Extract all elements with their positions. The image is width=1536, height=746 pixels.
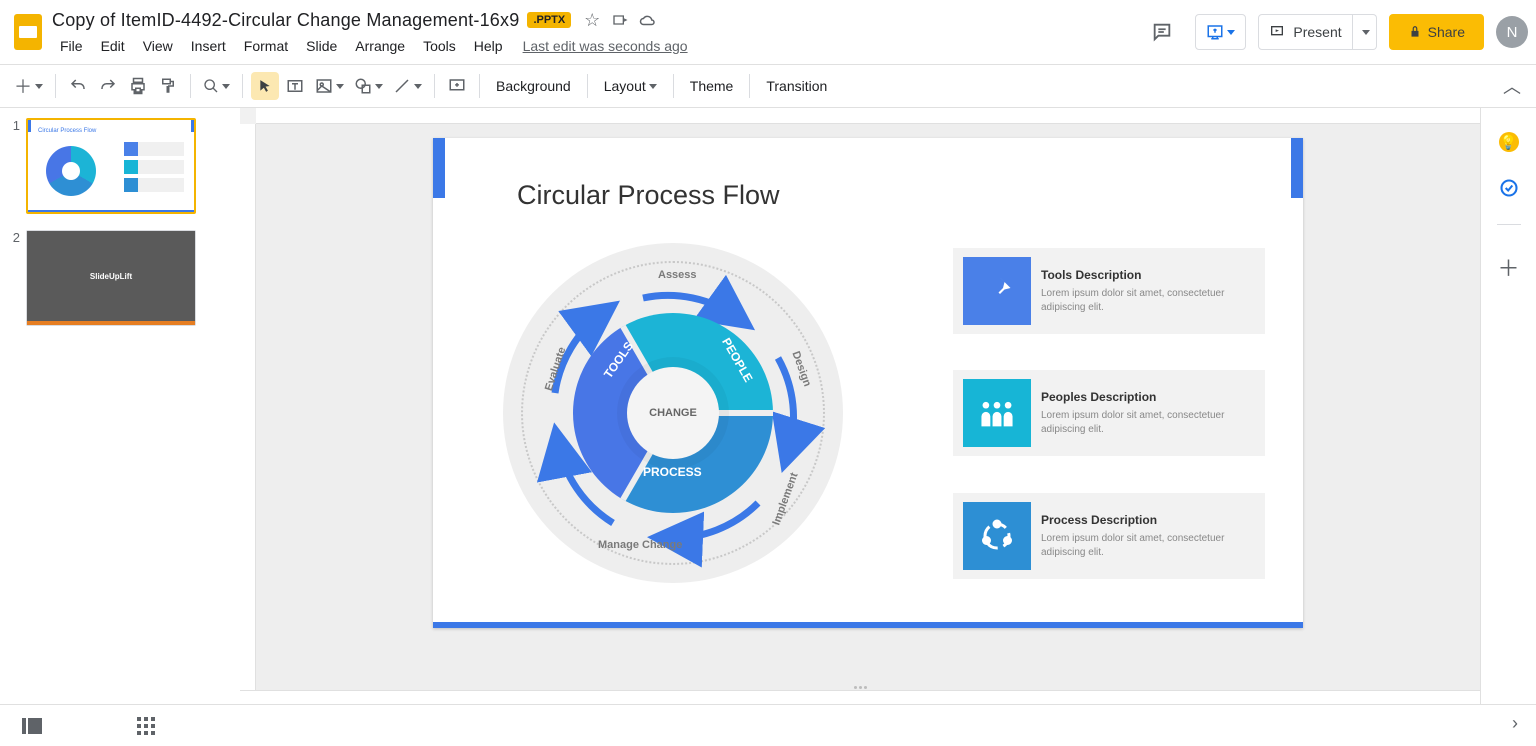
menu-bar: File Edit View Insert Format Slide Arran… (52, 34, 1141, 58)
share-button[interactable]: Share (1389, 14, 1484, 50)
tasks-icon[interactable] (1499, 178, 1519, 198)
people-icon (963, 379, 1031, 447)
card-title: Tools Description (1041, 268, 1257, 282)
card-title: Process Description (1041, 513, 1257, 527)
accent-bar (1291, 138, 1303, 198)
thumb2-label: SlideUpLift (27, 231, 195, 325)
zoom-button[interactable] (199, 72, 234, 100)
textbox-tool[interactable] (281, 72, 309, 100)
tools-icon (963, 257, 1031, 325)
card-body: Lorem ipsum dolor sit amet, consectetuer… (1041, 287, 1257, 314)
keep-icon[interactable]: 💡 (1499, 132, 1519, 152)
undo-button[interactable] (64, 72, 92, 100)
menu-insert[interactable]: Insert (183, 36, 234, 56)
share-label: Share (1428, 24, 1465, 40)
donut-label-process: PROCESS (643, 465, 702, 479)
thumb-number: 1 (6, 118, 20, 214)
last-edit-link[interactable]: Last edit was seconds ago (523, 38, 688, 54)
card-body: Lorem ipsum dolor sit amet, consectetuer… (1041, 409, 1257, 436)
slides-logo[interactable] (8, 6, 48, 58)
title-block: Copy of ItemID-4492-Circular Change Mana… (52, 6, 1141, 58)
slide-title[interactable]: Circular Process Flow (517, 180, 780, 211)
menu-slide[interactable]: Slide (298, 36, 345, 56)
app-header: Copy of ItemID-4492-Circular Change Mana… (0, 0, 1536, 64)
slide-canvas[interactable]: Circular Process Flow (433, 138, 1303, 628)
present-label: Present (1293, 24, 1341, 40)
slide-thumb-2[interactable]: SlideUpLift (26, 230, 196, 326)
menu-view[interactable]: View (135, 36, 181, 56)
circular-diagram[interactable]: CHANGE TOOLS PEOPLE PROCESS Assess Desig… (503, 243, 843, 583)
background-button[interactable]: Background (488, 72, 579, 100)
thumb-number: 2 (6, 230, 20, 326)
account-avatar[interactable]: N (1496, 16, 1528, 48)
transition-button[interactable]: Transition (758, 72, 835, 100)
outer-label-assess: Assess (658, 269, 697, 281)
ruler-horizontal[interactable] (256, 108, 1480, 124)
filmstrip[interactable]: 1 Circular Process Flow 2 SlideUpLift (0, 108, 240, 746)
desc-card-people[interactable]: Peoples Description Lorem ipsum dolor si… (953, 370, 1265, 456)
grid-view-icon[interactable] (134, 714, 158, 738)
header-actions: Present Share N (1141, 6, 1528, 50)
accent-bar (433, 138, 445, 198)
outer-label-manage: Manage Change (598, 539, 682, 551)
slide-thumb-1[interactable]: Circular Process Flow (26, 118, 196, 214)
new-slide-button[interactable]: ＋ (10, 72, 47, 100)
document-title[interactable]: Copy of ItemID-4492-Circular Change Mana… (52, 10, 519, 31)
card-body: Lorem ipsum dolor sit amet, consectetuer… (1041, 532, 1257, 559)
move-icon[interactable] (611, 11, 629, 29)
canvas-area: Circular Process Flow (240, 108, 1480, 746)
ruler-vertical[interactable] (240, 124, 256, 690)
hide-sidepanel-icon[interactable]: › (1512, 713, 1518, 734)
diagram-center: CHANGE (627, 367, 719, 459)
addons-plus-icon[interactable]: ＋ (1497, 251, 1519, 283)
layout-button[interactable]: Layout (596, 72, 665, 100)
toolbar: ＋ Background Layout Theme Transition ︿ (0, 64, 1536, 108)
desc-card-tools[interactable]: Tools Description Lorem ipsum dolor sit … (953, 248, 1265, 334)
menu-arrange[interactable]: Arrange (347, 36, 413, 56)
comments-icon[interactable] (1141, 14, 1183, 50)
menu-edit[interactable]: Edit (93, 36, 133, 56)
line-tool[interactable] (389, 72, 426, 100)
menu-format[interactable]: Format (236, 36, 296, 56)
bottom-bar (0, 704, 1536, 746)
present-dropdown[interactable] (1353, 14, 1377, 50)
desc-card-process[interactable]: Process Description Lorem ipsum dolor si… (953, 493, 1265, 579)
menu-file[interactable]: File (52, 36, 91, 56)
comment-tool[interactable] (443, 72, 471, 100)
image-tool[interactable] (311, 72, 348, 100)
accent-bar (433, 622, 1303, 628)
paint-format-button[interactable] (154, 72, 182, 100)
collapse-toolbar-icon[interactable]: ︿ (1498, 72, 1526, 100)
filmstrip-view-icon[interactable] (20, 714, 44, 738)
side-panel: 💡 ＋ (1480, 108, 1536, 746)
notes-drag-handle[interactable] (840, 686, 880, 694)
present-button[interactable]: Present (1258, 14, 1352, 50)
cloud-icon[interactable] (639, 11, 657, 29)
select-tool[interactable] (251, 72, 279, 100)
redo-button[interactable] (94, 72, 122, 100)
main-area: 1 Circular Process Flow 2 SlideUpLift (0, 108, 1536, 746)
card-title: Peoples Description (1041, 390, 1257, 404)
print-button[interactable] (124, 72, 152, 100)
pptx-badge: .PPTX (527, 12, 571, 28)
menu-help[interactable]: Help (466, 36, 511, 56)
shape-tool[interactable] (350, 72, 387, 100)
star-icon[interactable]: ☆ (583, 11, 601, 29)
canvas-scroll[interactable]: Circular Process Flow (256, 124, 1480, 690)
theme-button[interactable]: Theme (682, 72, 742, 100)
menu-tools[interactable]: Tools (415, 36, 464, 56)
process-icon (963, 502, 1031, 570)
slideshow-dropdown[interactable] (1195, 14, 1246, 50)
